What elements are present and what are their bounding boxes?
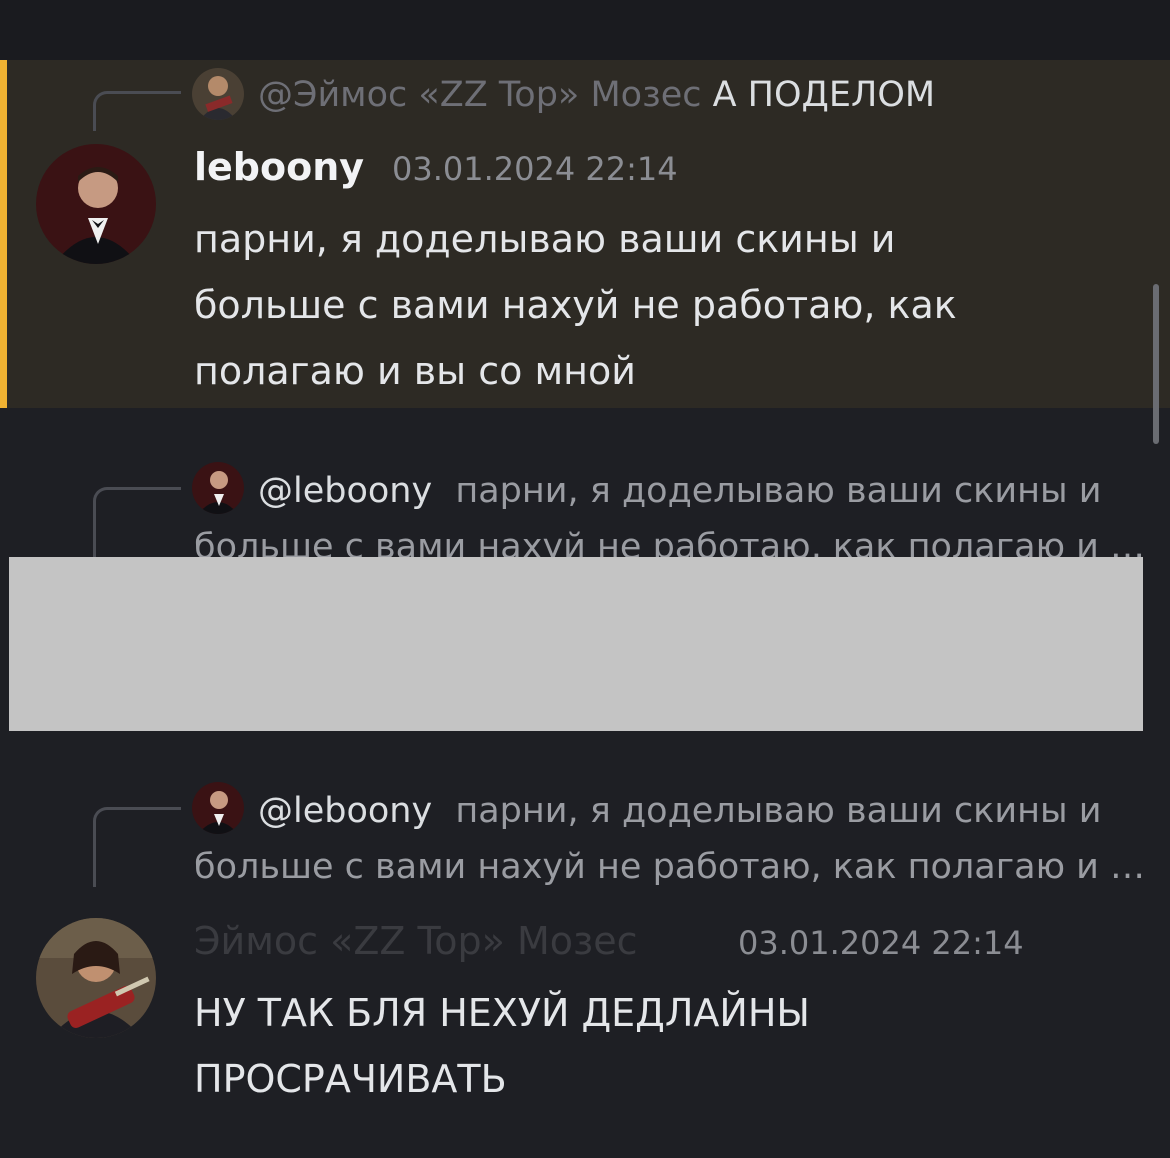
author-avatar[interactable] — [36, 144, 156, 264]
message-content: НУ ТАК БЛЯ НЕХУЙ ДЕДЛАЙНЫ ПРОСРАЧИВАТЬ — [194, 980, 1094, 1112]
message-line: НУ ТАК БЛЯ НЕХУЙ ДЕДЛАЙНЫ — [194, 991, 810, 1035]
message-line: больше с вами нахуй не работаю, как — [194, 283, 957, 327]
guitarist-avatar-icon — [36, 918, 156, 1038]
author-name[interactable]: leboony — [194, 140, 364, 194]
tuxedo-man-avatar-icon — [192, 462, 244, 514]
reply-snippet-line2: больше с вами нахуй не работаю, как пола… — [194, 847, 1146, 887]
reply-author-avatar[interactable] — [192, 782, 244, 834]
reply-snippet-line1: парни, я доделываю ваши скины и — [455, 791, 1102, 831]
scrollbar[interactable] — [1153, 284, 1159, 444]
top-bar — [0, 0, 1170, 60]
guitarist-avatar-icon — [192, 68, 244, 120]
reply-snippet-line1: парни, я доделываю ваши скины и — [455, 471, 1102, 511]
tuxedo-man-avatar-icon — [36, 144, 156, 264]
reply-preview[interactable]: @leboony парни, я доделываю ваши скины и — [258, 464, 1101, 518]
message-timestamp: 03.01.2024 22:14 — [738, 924, 1024, 962]
reply-connector — [93, 91, 181, 131]
reply-author-avatar[interactable] — [192, 68, 244, 120]
author-avatar[interactable] — [36, 918, 156, 1038]
reply-mention[interactable]: @leboony — [258, 791, 432, 831]
reply-author-avatar[interactable] — [192, 462, 244, 514]
reply-preview[interactable]: @leboony парни, я доделываю ваши скины и — [258, 784, 1101, 838]
message-timestamp: 03.01.2024 22:14 — [392, 150, 678, 188]
message-3[interactable]: @leboony парни, я доделываю ваши скины и… — [0, 748, 1170, 1158]
message-1[interactable]: @Эймос «ZZ Top» Мозес А ПОДЕЛОМ leboony … — [0, 60, 1170, 408]
redaction-block — [9, 557, 1143, 731]
author-name[interactable]: Эймос «ZZ Top» Мозес — [194, 914, 637, 968]
reply-connector — [93, 807, 181, 887]
tuxedo-man-avatar-icon — [192, 782, 244, 834]
mention-highlight-bar — [0, 60, 7, 408]
message-line: парни, я доделываю ваши скины и — [194, 217, 896, 261]
message-line: ПРОСРАЧИВАТЬ — [194, 1057, 507, 1101]
reply-author[interactable]: @Эймос «ZZ Top» Мозес — [258, 75, 701, 115]
message-line: полагаю и вы со мной — [194, 349, 636, 393]
reply-snippet: А ПОДЕЛОМ — [712, 75, 936, 115]
reply-preview[interactable]: @Эймос «ZZ Top» Мозес А ПОДЕЛОМ — [258, 68, 935, 122]
reply-connector — [93, 487, 181, 567]
message-content: парни, я доделываю ваши скины и больше с… — [194, 206, 1094, 404]
reply-mention[interactable]: @leboony — [258, 471, 432, 511]
